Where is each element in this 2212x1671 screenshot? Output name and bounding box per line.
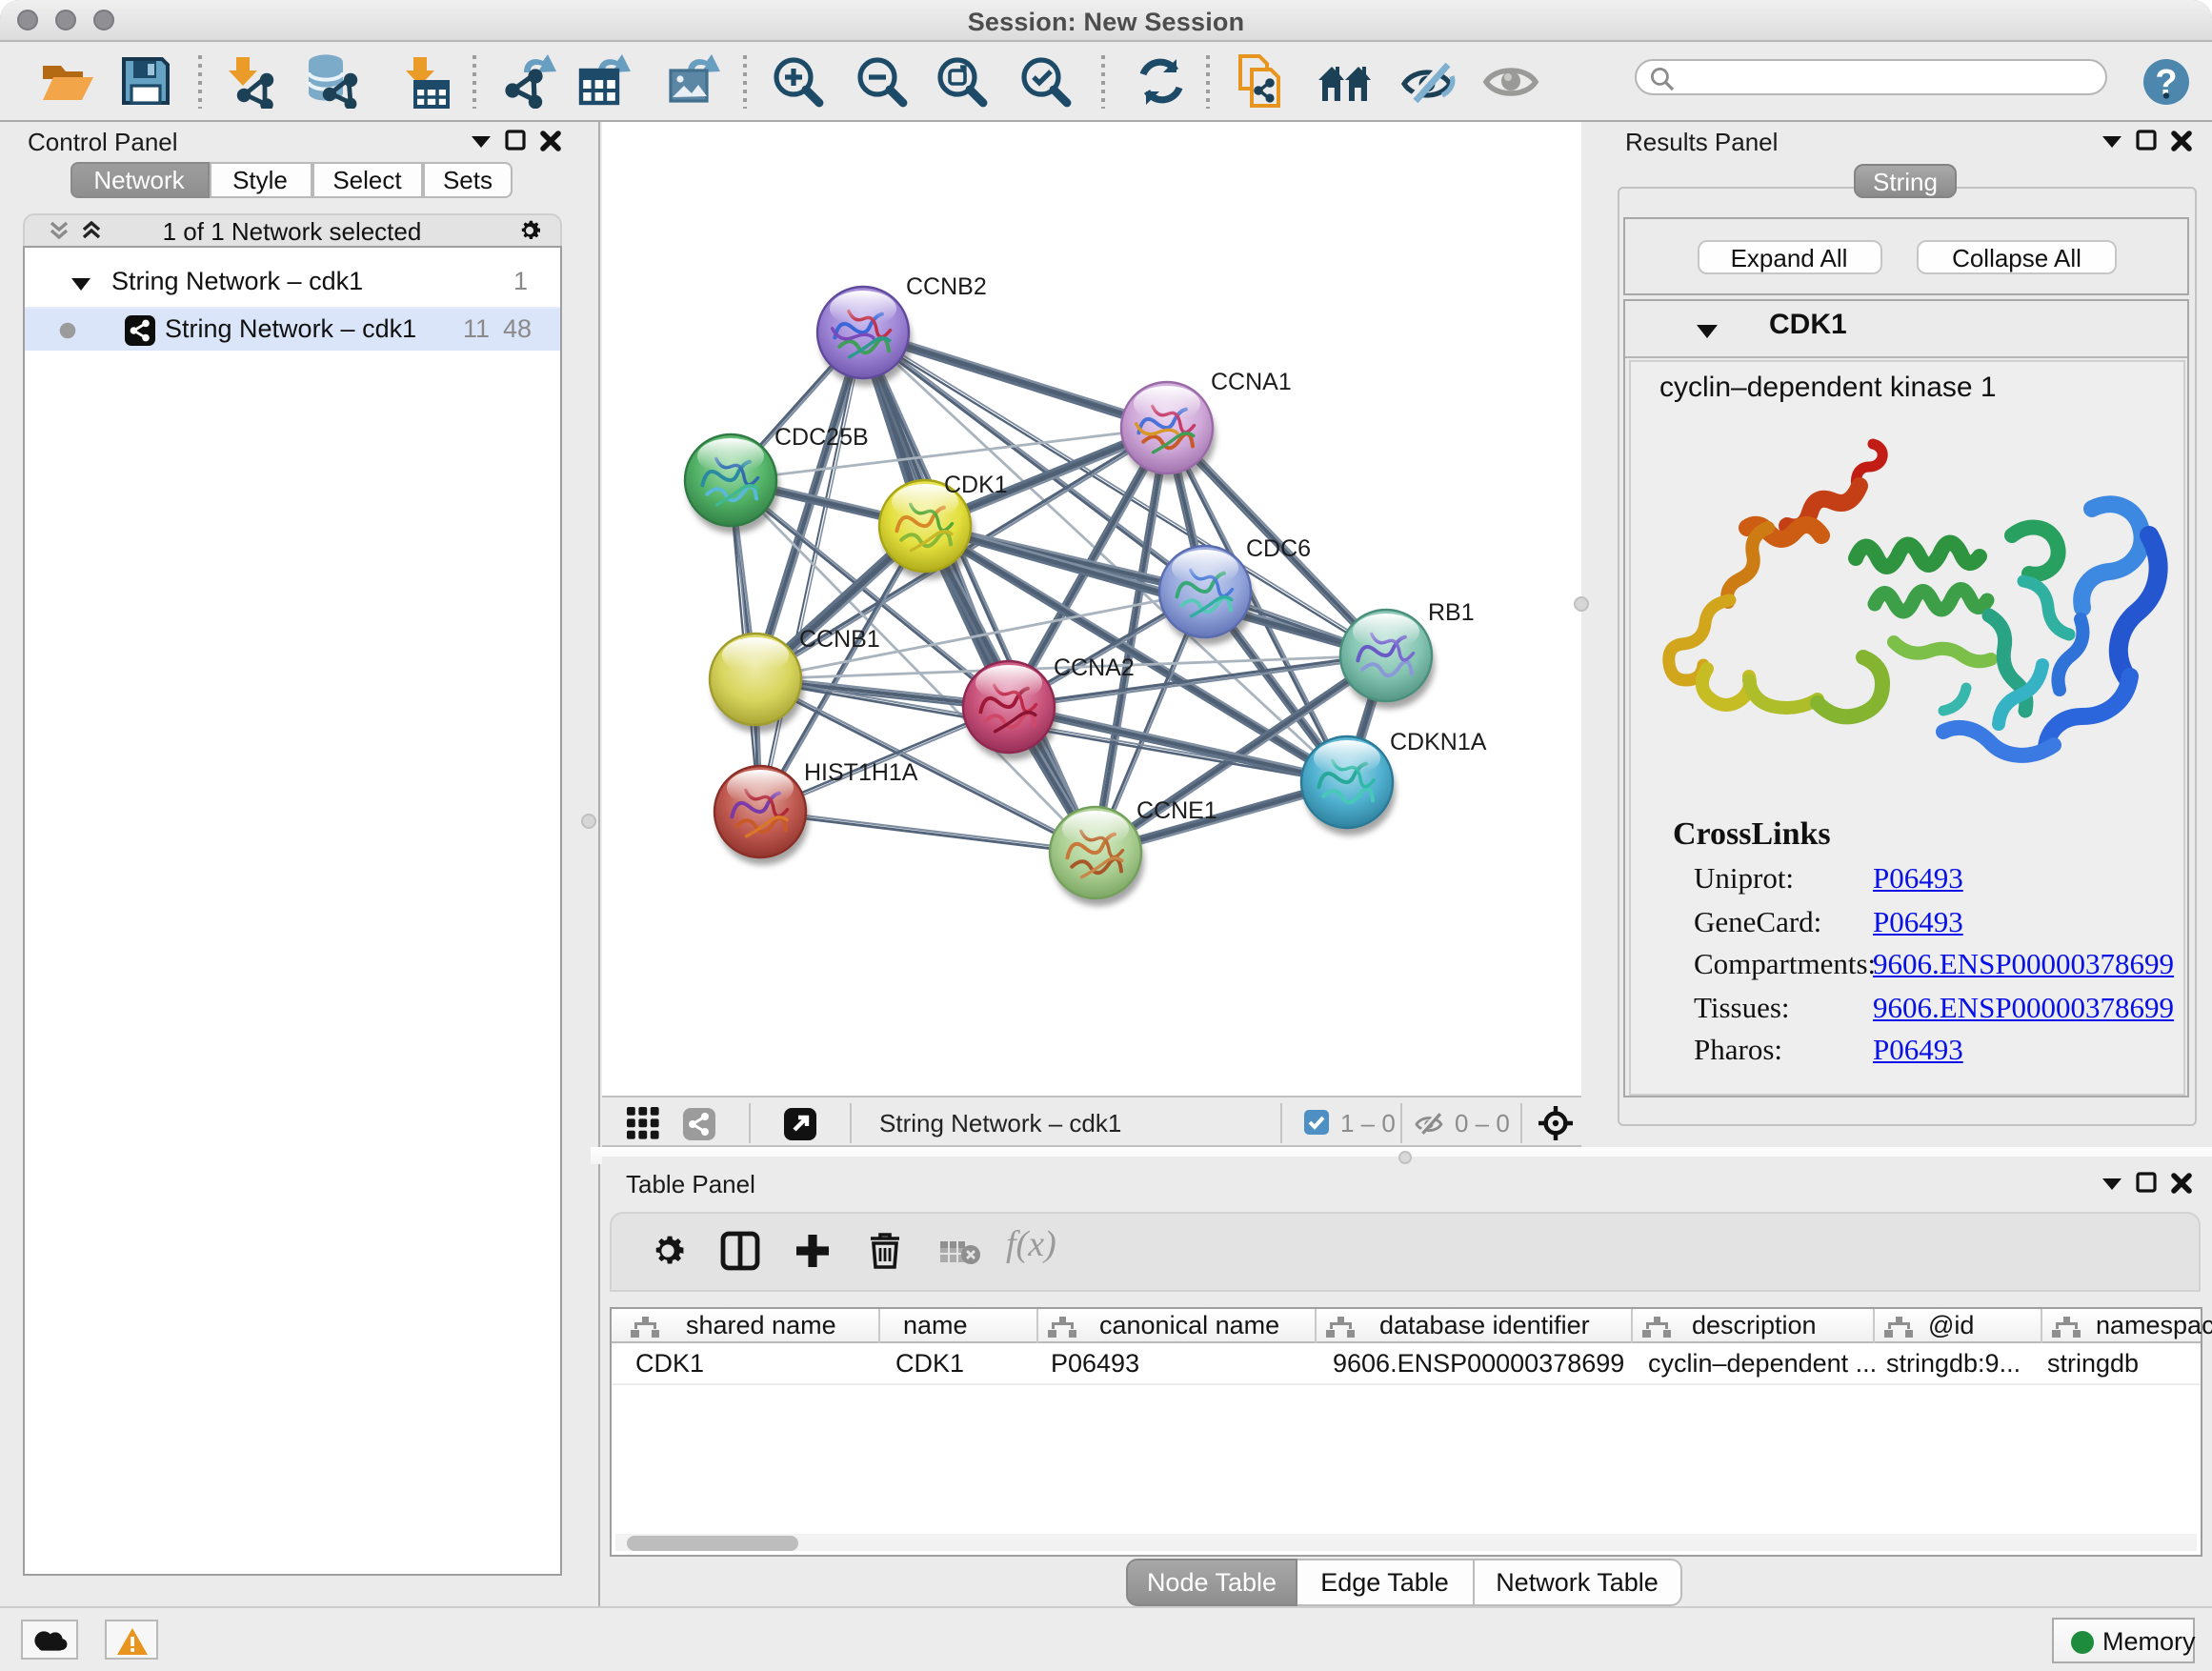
svg-text:CCNE1: CCNE1 — [1136, 796, 1217, 823]
svg-text:CDC25B: CDC25B — [774, 423, 868, 450]
svg-text:CDKN1A: CDKN1A — [1389, 728, 1486, 755]
svg-text:HIST1H1A: HIST1H1A — [803, 758, 917, 785]
svg-text:CCNA1: CCNA1 — [1210, 368, 1291, 394]
svg-text:CDC6: CDC6 — [1245, 534, 1310, 561]
svg-text:CDK1: CDK1 — [943, 471, 1007, 497]
svg-text:CCNB2: CCNB2 — [905, 272, 986, 299]
svg-text:CCNA2: CCNA2 — [1053, 654, 1134, 680]
svg-text:RB1: RB1 — [1427, 598, 1474, 625]
svg-text:CCNB1: CCNB1 — [798, 625, 879, 652]
